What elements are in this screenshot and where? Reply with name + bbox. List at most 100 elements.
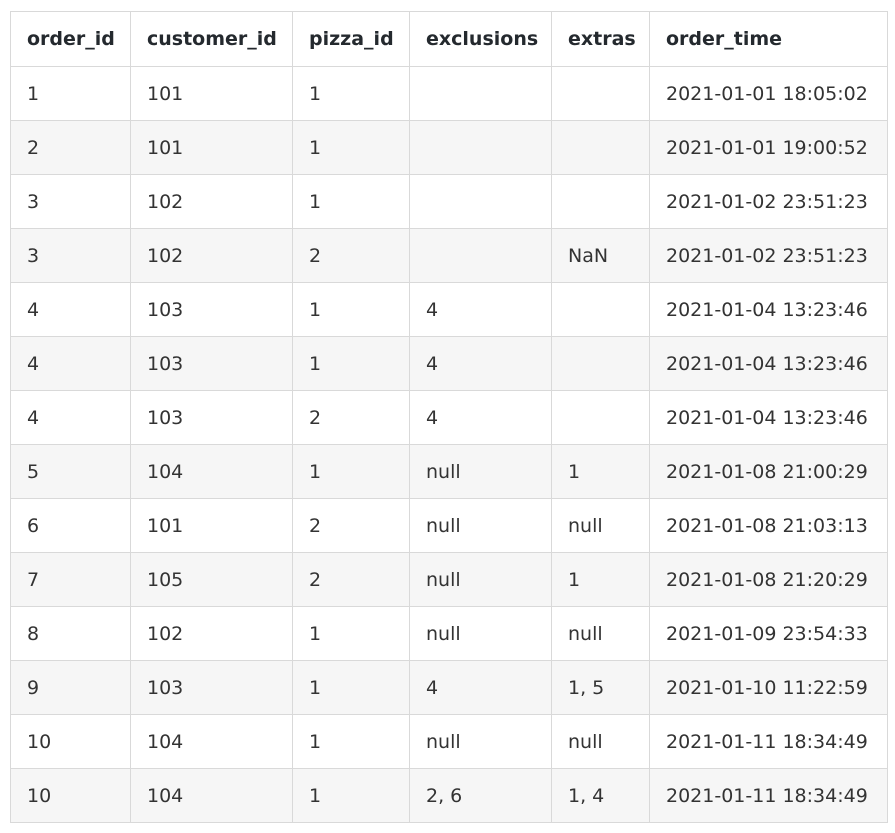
- cell-customer-id: 102: [130, 174, 293, 229]
- table-row: 5 104 1 null 1 2021-01-08 21:00:29: [10, 444, 888, 499]
- table-row: 10 104 1 null null 2021-01-11 18:34:49: [10, 714, 888, 769]
- cell-exclusions: 4: [409, 390, 552, 445]
- cell-order-id: 2: [10, 120, 131, 175]
- cell-pizza-id: 1: [292, 66, 410, 121]
- cell-extras: [551, 174, 650, 229]
- table-row: 6 101 2 null null 2021-01-08 21:03:13: [10, 498, 888, 553]
- cell-extras: [551, 336, 650, 391]
- cell-extras: null: [551, 714, 650, 769]
- header-row: order_id customer_id pizza_id exclusions ext…: [10, 11, 888, 67]
- cell-customer-id: 104: [130, 714, 293, 769]
- cell-pizza-id: 1: [292, 444, 410, 499]
- cell-exclusions: null: [409, 606, 552, 661]
- cell-exclusions: null: [409, 444, 552, 499]
- cell-pizza-id: 1: [292, 120, 410, 175]
- cell-exclusions: [409, 120, 552, 175]
- cell-order-time: 2021-01-04 13:23:46: [649, 390, 888, 445]
- cell-pizza-id: 2: [292, 552, 410, 607]
- cell-pizza-id: 2: [292, 390, 410, 445]
- column-header-customer-id: customer_id: [130, 11, 293, 67]
- cell-order-time: 2021-01-04 13:23:46: [649, 336, 888, 391]
- cell-order-time: 2021-01-08 21:20:29: [649, 552, 888, 607]
- cell-exclusions: 2, 6: [409, 768, 552, 823]
- cell-exclusions: [409, 228, 552, 283]
- cell-order-time: 2021-01-10 11:22:59: [649, 660, 888, 715]
- cell-customer-id: 104: [130, 768, 293, 823]
- cell-customer-id: 101: [130, 66, 293, 121]
- cell-order-time: 2021-01-02 23:51:23: [649, 228, 888, 283]
- cell-order-id: 1: [10, 66, 131, 121]
- cell-order-time: 2021-01-09 23:54:33: [649, 606, 888, 661]
- cell-order-id: 3: [10, 174, 131, 229]
- cell-pizza-id: 1: [292, 174, 410, 229]
- cell-extras: [551, 390, 650, 445]
- cell-exclusions: null: [409, 498, 552, 553]
- cell-order-time: 2021-01-02 23:51:23: [649, 174, 888, 229]
- cell-order-id: 4: [10, 282, 131, 337]
- cell-order-time: 2021-01-08 21:03:13: [649, 498, 888, 553]
- cell-exclusions: null: [409, 552, 552, 607]
- cell-extras: null: [551, 606, 650, 661]
- cell-order-time: 2021-01-01 19:00:52: [649, 120, 888, 175]
- table-body: 1 101 1 2021-01-01 18:05:02 2 101 1 2021-01-01 …: [10, 66, 888, 823]
- cell-pizza-id: 2: [292, 228, 410, 283]
- table-row: 4 103 1 4 2021-01-04 13:23:46: [10, 282, 888, 337]
- cell-extras: [551, 120, 650, 175]
- customer-orders-table: order_id customer_id pizza_id exclusions ext…: [10, 11, 888, 823]
- cell-extras: null: [551, 498, 650, 553]
- cell-pizza-id: 1: [292, 714, 410, 769]
- cell-customer-id: 103: [130, 282, 293, 337]
- table-row: 2 101 1 2021-01-01 19:00:52: [10, 120, 888, 175]
- cell-exclusions: 4: [409, 336, 552, 391]
- cell-exclusions: 4: [409, 660, 552, 715]
- cell-customer-id: 101: [130, 498, 293, 553]
- cell-order-id: 5: [10, 444, 131, 499]
- column-header-order-time: order_time: [649, 11, 888, 67]
- cell-order-time: 2021-01-11 18:34:49: [649, 714, 888, 769]
- cell-extras: [551, 282, 650, 337]
- cell-pizza-id: 2: [292, 498, 410, 553]
- table-header: order_id customer_id pizza_id exclusions ext…: [10, 11, 888, 67]
- table-row: 3 102 1 2021-01-02 23:51:23: [10, 174, 888, 229]
- cell-order-id: 10: [10, 768, 131, 823]
- table-row: 7 105 2 null 1 2021-01-08 21:20:29: [10, 552, 888, 607]
- cell-order-id: 4: [10, 336, 131, 391]
- column-header-order-id: order_id: [10, 11, 131, 67]
- column-header-exclusions: exclusions: [409, 11, 552, 67]
- cell-extras: NaN: [551, 228, 650, 283]
- table-row: 4 103 1 4 2021-01-04 13:23:46: [10, 336, 888, 391]
- cell-order-time: 2021-01-11 18:34:49: [649, 768, 888, 823]
- cell-customer-id: 103: [130, 390, 293, 445]
- column-header-pizza-id: pizza_id: [292, 11, 410, 67]
- cell-extras: 1: [551, 552, 650, 607]
- cell-order-id: 4: [10, 390, 131, 445]
- cell-customer-id: 104: [130, 444, 293, 499]
- cell-extras: [551, 66, 650, 121]
- cell-customer-id: 103: [130, 336, 293, 391]
- cell-order-id: 3: [10, 228, 131, 283]
- cell-order-time: 2021-01-01 18:05:02: [649, 66, 888, 121]
- cell-exclusions: 4: [409, 282, 552, 337]
- cell-order-id: 6: [10, 498, 131, 553]
- cell-customer-id: 103: [130, 660, 293, 715]
- cell-pizza-id: 1: [292, 336, 410, 391]
- table-row: 10 104 1 2, 6 1, 4 2021-01-11 18:34:49: [10, 768, 888, 823]
- cell-pizza-id: 1: [292, 606, 410, 661]
- cell-order-time: 2021-01-08 21:00:29: [649, 444, 888, 499]
- cell-order-id: 10: [10, 714, 131, 769]
- customer-orders-table-container: order_id customer_id pizza_id exclusions ext…: [10, 11, 888, 823]
- cell-extras: 1, 4: [551, 768, 650, 823]
- cell-order-id: 9: [10, 660, 131, 715]
- cell-extras: 1, 5: [551, 660, 650, 715]
- cell-customer-id: 102: [130, 606, 293, 661]
- table-row: 9 103 1 4 1, 5 2021-01-10 11:22:59: [10, 660, 888, 715]
- cell-order-id: 8: [10, 606, 131, 661]
- cell-pizza-id: 1: [292, 768, 410, 823]
- cell-extras: 1: [551, 444, 650, 499]
- cell-customer-id: 102: [130, 228, 293, 283]
- table-row: 8 102 1 null null 2021-01-09 23:54:33: [10, 606, 888, 661]
- table-row: 3 102 2 NaN 2021-01-02 23:51:23: [10, 228, 888, 283]
- cell-pizza-id: 1: [292, 282, 410, 337]
- cell-pizza-id: 1: [292, 660, 410, 715]
- column-header-extras: extras: [551, 11, 650, 67]
